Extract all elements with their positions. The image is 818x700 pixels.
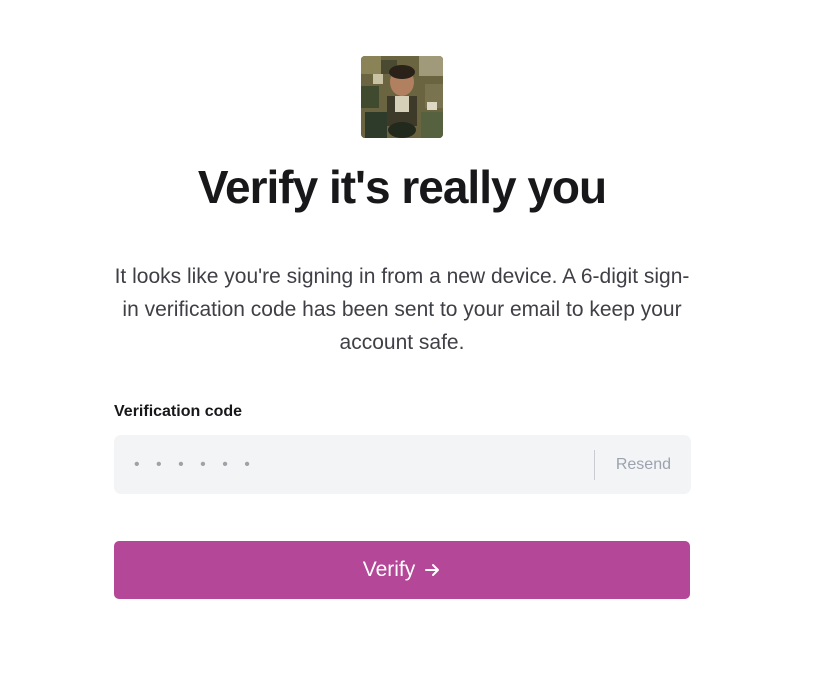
verification-code-label: Verification code xyxy=(114,403,243,420)
verify-button-label: Verify xyxy=(362,558,416,581)
resend-button[interactable]: Resend xyxy=(616,435,671,494)
verification-code-field: Resend xyxy=(114,435,691,494)
verification-description: It looks like you're signing in from a n… xyxy=(114,265,690,354)
verification-code-input[interactable] xyxy=(114,435,594,494)
arrow-right-icon xyxy=(423,561,441,579)
field-divider xyxy=(594,450,595,480)
logo-image xyxy=(361,56,443,138)
page-title: Verify it's really you xyxy=(197,161,607,213)
verify-button[interactable]: Verify xyxy=(114,541,690,599)
